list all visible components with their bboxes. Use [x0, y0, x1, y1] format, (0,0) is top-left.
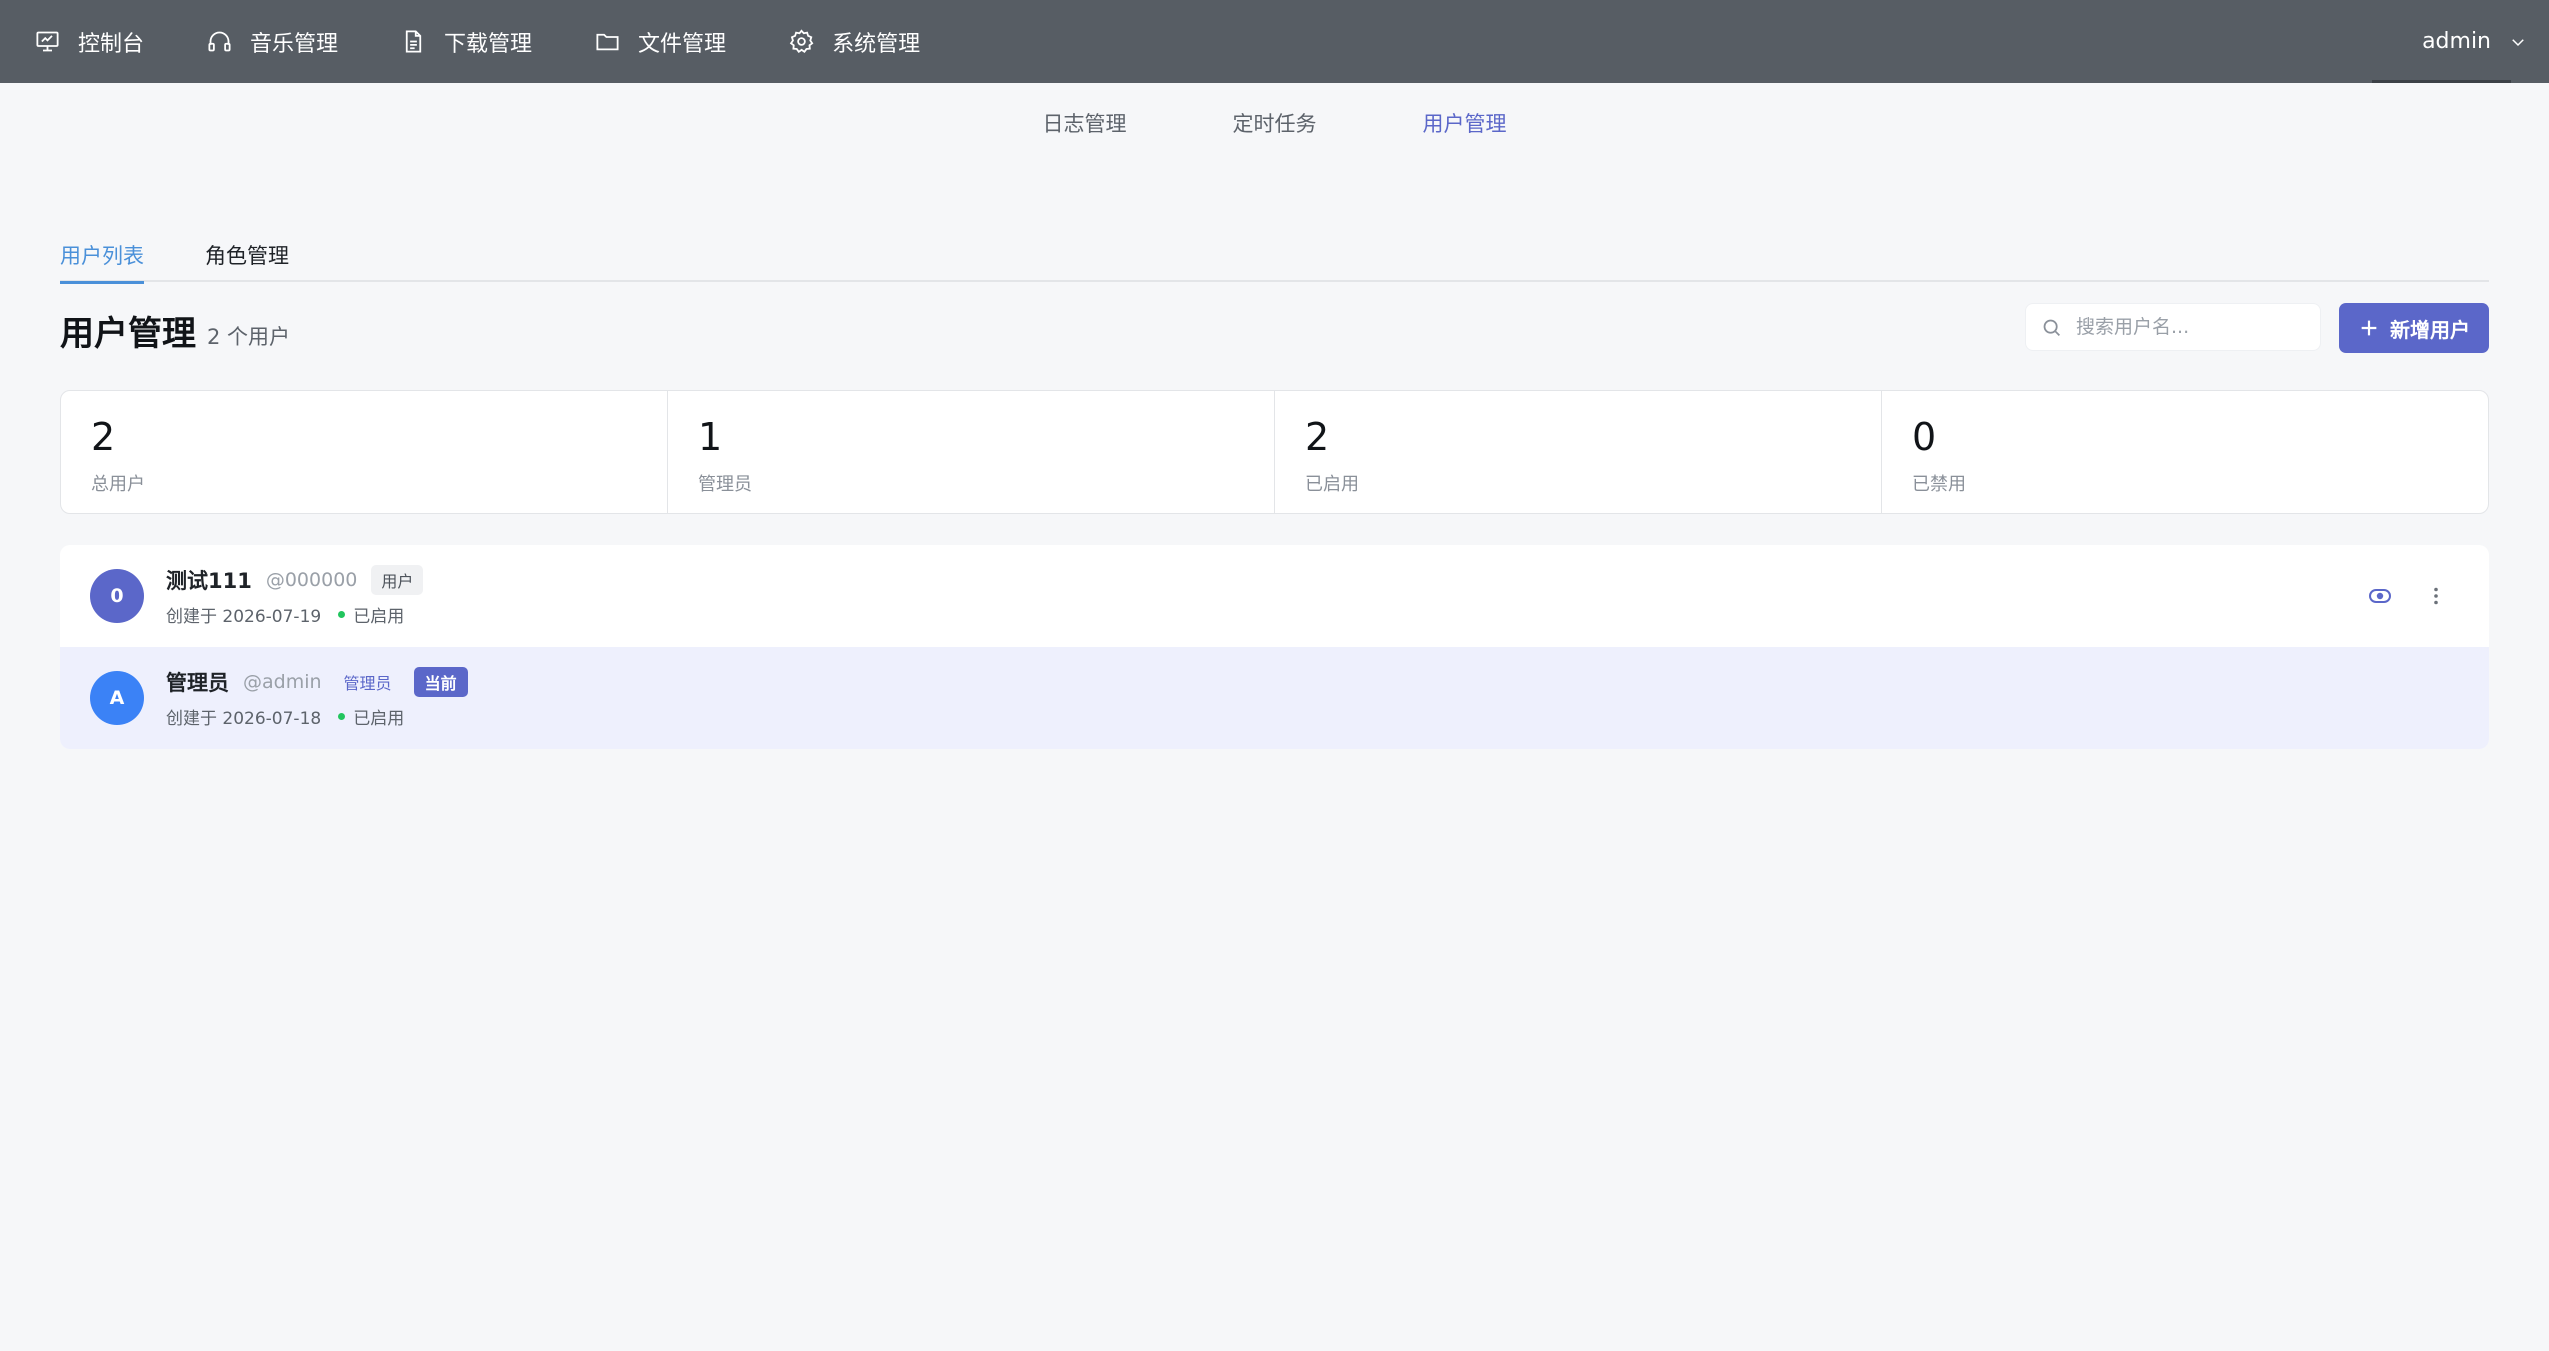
nav-item-label: 系统管理	[832, 31, 921, 57]
user-line-primary: 测试111 @000000 用户	[166, 565, 424, 595]
user-row-current[interactable]: A 管理员 @admin 管理员 当前 创建于 2026-07-18 已启用	[60, 647, 2489, 749]
tab-user-list[interactable]: 用户列表	[60, 234, 144, 284]
user-login: @000000	[265, 569, 358, 591]
nav-item-label: 文件管理	[638, 31, 727, 57]
stat-value: 1	[698, 415, 723, 459]
role-badge: 管理员	[343, 674, 392, 693]
status-text: 已启用	[353, 709, 405, 729]
user-line-secondary: 创建于 2026-07-19 已启用	[166, 602, 423, 627]
user-info: 管理员 @admin 管理员 当前 创建于 2026-07-18 已启用	[166, 667, 468, 729]
main-nav: 控制台 音乐管理 下载管理 文件管理 系统管理	[0, 0, 982, 83]
nav-item-label: 控制台	[78, 31, 145, 57]
user-line-primary: 管理员 @admin 管理员 当前	[166, 667, 468, 697]
avatar: 0	[90, 569, 144, 623]
subnav-item-user-management[interactable]: 用户管理	[1371, 108, 1507, 138]
user-menu[interactable]: admin	[2422, 0, 2527, 83]
user-row[interactable]: 0 测试111 @000000 用户 创建于 2026-07-19 已启用	[60, 545, 2489, 647]
user-menu-underline	[2372, 80, 2511, 83]
subnav-item-logs[interactable]: 日志管理	[1043, 108, 1127, 138]
row-actions	[2367, 545, 2449, 647]
chevron-down-icon	[2512, 38, 2524, 46]
status-text: 已启用	[353, 607, 405, 627]
nav-item-label: 音乐管理	[250, 31, 339, 57]
tab-bar: 用户列表 角色管理	[60, 234, 2489, 284]
user-line-secondary: 创建于 2026-07-18 已启用	[166, 704, 468, 729]
role-badge: 用户	[371, 565, 424, 595]
gear-icon	[789, 29, 814, 53]
user-info: 测试111 @000000 用户 创建于 2026-07-19 已启用	[166, 565, 424, 627]
avatar: A	[90, 671, 144, 725]
user-menu-name: admin	[2422, 29, 2491, 54]
nav-item-music[interactable]: 音乐管理	[206, 0, 338, 83]
page-title: 用户管理	[60, 314, 196, 354]
subnav-item-scheduled-tasks[interactable]: 定时任务	[1181, 108, 1317, 138]
plus-icon	[2361, 320, 2377, 336]
user-name: 测试111	[166, 569, 252, 593]
headphones-icon	[208, 31, 231, 52]
user-list: 0 测试111 @000000 用户 创建于 2026-07-19 已启用 A …	[60, 545, 2489, 749]
stat-label: 管理员	[698, 474, 752, 495]
stat-total-users: 2 总用户	[61, 391, 668, 513]
status-dot	[338, 611, 346, 618]
presentation-icon	[36, 31, 59, 52]
nav-item-files[interactable]: 文件管理	[594, 0, 726, 83]
created-date: 创建于 2026-07-18	[166, 709, 322, 729]
nav-item-system[interactable]: 系统管理	[788, 0, 920, 83]
folder-icon	[596, 33, 619, 51]
current-user-badge: 当前	[413, 667, 468, 697]
created-date: 创建于 2026-07-19	[166, 607, 322, 627]
stat-value: 2	[91, 415, 116, 459]
user-name: 管理员	[166, 671, 229, 695]
stat-disabled: 0 已禁用	[1882, 391, 2488, 513]
more-vertical-icon[interactable]	[2423, 583, 2449, 609]
user-login: @admin	[243, 671, 322, 693]
search-input[interactable]	[2074, 315, 2314, 339]
tab-role-management[interactable]: 角色管理	[205, 234, 289, 282]
add-user-label: 新增用户	[2390, 317, 2470, 342]
stat-value: 0	[1912, 415, 1937, 459]
stats-panel: 2 总用户 1 管理员 2 已启用 0 已禁用	[60, 390, 2489, 514]
document-icon	[405, 30, 422, 53]
search-icon	[2043, 319, 2060, 336]
stat-value: 2	[1305, 415, 1330, 459]
stat-label: 已启用	[1305, 474, 1359, 495]
user-count: 2 个用户	[207, 325, 291, 349]
sub-nav: 日志管理 定时任务 用户管理	[0, 108, 2549, 138]
nav-item-label: 下载管理	[444, 31, 533, 57]
top-navbar: 控制台 音乐管理 下载管理 文件管理 系统管理 admin	[0, 0, 2549, 83]
toggle-icon[interactable]	[2367, 583, 2393, 609]
nav-item-dashboard[interactable]: 控制台	[34, 0, 144, 83]
stat-label: 已禁用	[1912, 474, 1966, 495]
search-box[interactable]	[2025, 303, 2321, 351]
stat-enabled: 2 已启用	[1275, 391, 1882, 513]
status-dot	[338, 713, 346, 720]
add-user-button[interactable]: 新增用户	[2339, 303, 2489, 353]
stat-admins: 1 管理员	[668, 391, 1275, 513]
stat-label: 总用户	[91, 474, 145, 495]
nav-item-downloads[interactable]: 下载管理	[400, 0, 532, 83]
